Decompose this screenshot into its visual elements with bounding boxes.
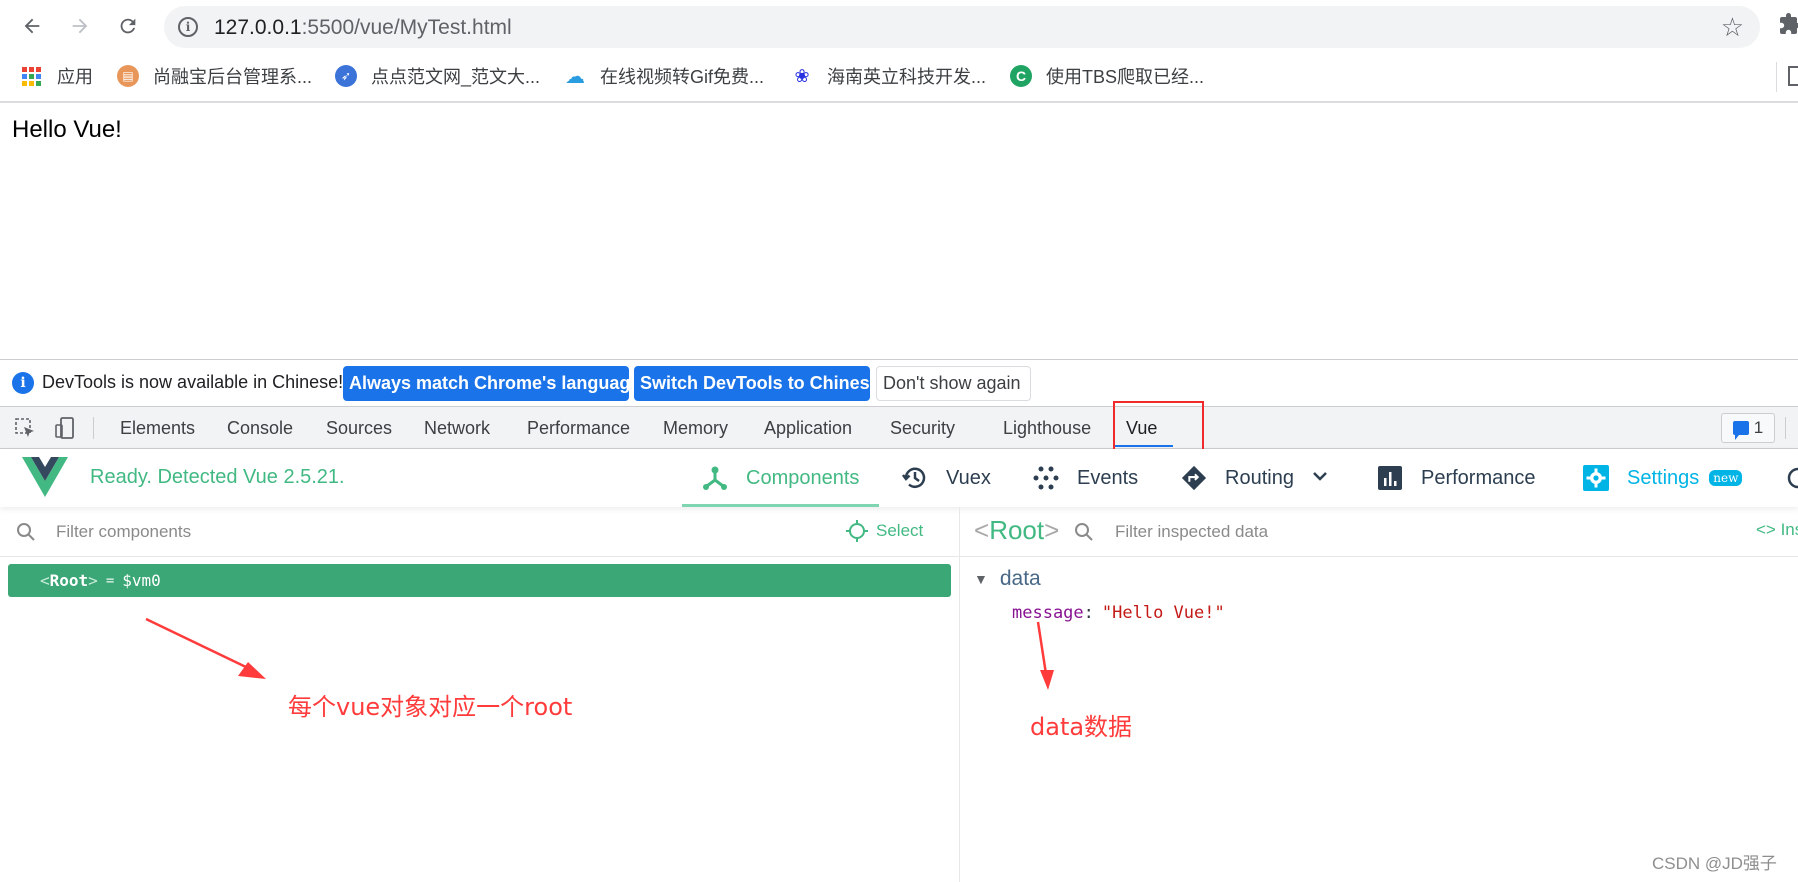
always-match-language-button[interactable]: Always match Chrome's language xyxy=(343,366,640,401)
watermark: CSDN @JD强子 xyxy=(1652,854,1777,873)
vue-tab-events[interactable]: Events xyxy=(1033,449,1138,507)
vue-tab-vuex[interactable]: Vuex xyxy=(902,449,991,507)
baidu-paw-icon: ❀ xyxy=(794,65,810,86)
tab-network[interactable]: Network xyxy=(424,407,490,449)
bookmark-apps[interactable]: 应用 xyxy=(22,62,93,90)
tab-elements[interactable]: Elements xyxy=(120,407,195,449)
crosshair-icon xyxy=(846,520,868,542)
browser-toolbar: i 127.0.0.1:5500/vue/MyTest.html ☆ xyxy=(0,0,1798,52)
c-logo-icon: C xyxy=(1010,65,1032,87)
switch-to-chinese-button[interactable]: Switch DevTools to Chinese xyxy=(634,366,880,401)
rocket-icon: ➶ xyxy=(335,65,357,87)
extensions-puzzle-icon[interactable] xyxy=(1778,12,1798,36)
data-field-row[interactable]: message: "Hello Vue!" xyxy=(1012,603,1225,623)
gear-icon xyxy=(1583,465,1609,491)
inspector-toolbar: <Root> <> Inspect DOM xyxy=(960,507,1798,557)
bookmark-star-icon[interactable]: ☆ xyxy=(1721,12,1744,43)
bookmark-item[interactable]: ➶ 点点范文网_范文大... xyxy=(335,62,540,90)
infobar-message: DevTools is now available in Chinese! xyxy=(42,372,344,392)
events-dots-icon xyxy=(1033,465,1059,491)
bookmarks-separator xyxy=(1776,62,1777,92)
tab-sources[interactable]: Sources xyxy=(326,407,392,449)
reload-icon xyxy=(120,18,136,34)
routing-sign-icon xyxy=(1181,465,1207,491)
components-filter-bar: Select xyxy=(0,507,959,557)
arrow-right-icon xyxy=(72,18,88,34)
bookmarks-bar: 应用 ▤ 尚融宝后台管理系... ➶ 点点范文网_范文大... ☁ 在线视频转G… xyxy=(0,52,1798,101)
toolbar-divider xyxy=(0,101,1798,103)
forward-button[interactable] xyxy=(64,10,96,42)
reading-list-icon[interactable] xyxy=(1788,66,1798,86)
data-section-toggle[interactable]: ▼ data xyxy=(974,567,1041,591)
tab-lighthouse[interactable]: Lighthouse xyxy=(1003,407,1091,449)
refresh-icon[interactable] xyxy=(1786,449,1798,507)
address-bar[interactable]: i 127.0.0.1:5500/vue/MyTest.html ☆ xyxy=(164,6,1760,48)
filter-inspected-data-input[interactable] xyxy=(1115,519,1565,545)
inspect-dom-button[interactable]: <> Inspect DOM xyxy=(1756,520,1798,540)
arrow-left-icon xyxy=(24,18,40,34)
vue-devtools-header: Ready. Detected Vue 2.5.21. Components V… xyxy=(0,449,1798,507)
triangle-down-icon: ▼ xyxy=(974,571,988,587)
inspect-element-icon[interactable] xyxy=(14,417,36,439)
search-icon xyxy=(17,523,35,541)
chevron-down-icon[interactable] xyxy=(1312,469,1328,487)
tab-memory[interactable]: Memory xyxy=(663,407,728,449)
tab-console[interactable]: Console xyxy=(227,407,293,449)
select-component-button[interactable]: Select xyxy=(846,520,923,542)
tab-security[interactable]: Security xyxy=(890,407,955,449)
bookmark-item[interactable]: ❀ 海南英立科技开发... xyxy=(791,62,986,90)
language-infobar: i DevTools is now available in Chinese! … xyxy=(0,359,1798,406)
document-icon: ▤ xyxy=(117,65,139,87)
vue-tab-components[interactable]: Components xyxy=(681,449,880,507)
info-icon: i xyxy=(12,372,34,394)
inspected-component-name: <Root> xyxy=(974,515,1060,545)
bookmark-item[interactable]: ▤ 尚融宝后台管理系... xyxy=(117,62,312,90)
cloud-icon: ☁ xyxy=(565,65,585,88)
inspector-pane: <Root> <> Inspect DOM ▼ data message:"He… xyxy=(960,507,1798,882)
site-info-icon[interactable]: i xyxy=(178,17,198,37)
issues-counter-button[interactable]: 1 xyxy=(1721,413,1775,443)
vue-status-text: Ready. Detected Vue 2.5.21. xyxy=(90,466,345,488)
history-clock-icon xyxy=(902,465,928,491)
vue-logo-icon xyxy=(22,457,68,497)
dont-show-again-button[interactable]: Don't show again xyxy=(876,366,1031,401)
reload-button[interactable] xyxy=(112,10,144,42)
annotation-data-note: data数据 xyxy=(1030,713,1133,741)
filter-components-input[interactable] xyxy=(56,519,556,545)
devtools-panel: i DevTools is now available in Chinese! … xyxy=(0,359,1798,882)
search-icon xyxy=(1075,523,1093,541)
vue-tab-routing[interactable]: Routing xyxy=(1181,449,1328,507)
bookmark-item[interactable]: ☁ 在线视频转Gif免费... xyxy=(564,62,764,90)
component-tree-root-row[interactable]: < Root > = $vm0 xyxy=(8,564,951,597)
vue-tab-settings[interactable]: Settings new xyxy=(1583,449,1743,507)
bookmark-item[interactable]: C 使用TBS爬取已经... xyxy=(1010,62,1204,90)
tab-separator xyxy=(93,417,94,439)
components-tree-icon xyxy=(702,465,728,491)
device-toolbar-icon[interactable] xyxy=(54,417,76,439)
back-button[interactable] xyxy=(16,10,48,42)
tab-performance[interactable]: Performance xyxy=(527,407,630,449)
new-badge: new xyxy=(1709,470,1743,486)
url-text[interactable]: 127.0.0.1:5500/vue/MyTest.html xyxy=(214,16,512,40)
issues-chat-icon xyxy=(1732,421,1749,440)
devtools-tab-bar: Elements Console Sources Network Perform… xyxy=(0,406,1798,449)
page-content-text: Hello Vue! xyxy=(12,116,122,143)
tab-separator xyxy=(1785,417,1786,439)
bar-chart-icon xyxy=(1377,465,1403,491)
annotation-root-note: 每个vue对象对应一个root xyxy=(288,693,573,721)
tab-application[interactable]: Application xyxy=(764,407,852,449)
vue-tab-performance[interactable]: Performance xyxy=(1377,449,1536,507)
apps-grid-icon xyxy=(22,66,41,86)
